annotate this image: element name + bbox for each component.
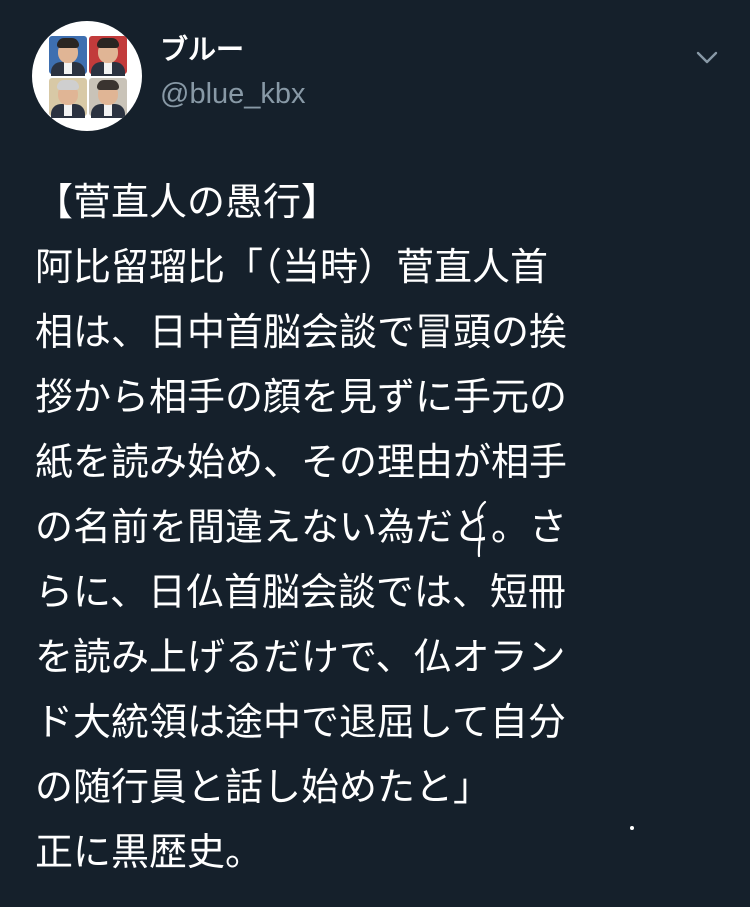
stray-dot [630, 826, 634, 830]
portrait-4 [89, 78, 127, 118]
tweet-text-line: らに、日仏首脳会談では、短冊 [35, 570, 566, 614]
portrait-1 [49, 36, 87, 76]
tweet-card: ブルー @blue_kbx 【菅直人の愚行】 阿比留瑠比「（当時）菅直人首 相は… [0, 0, 750, 907]
tweet-text-line: 【菅直人の愚行】 [35, 180, 340, 224]
tweet-text-line: 阿比留瑠比「（当時）菅直人首 [35, 245, 549, 289]
user-handle[interactable]: @blue_kbx [160, 77, 306, 111]
tweet-text-line: 正に黒歴史。 [35, 830, 264, 874]
tweet-text-line: ド大統領は途中で退屈して自分 [35, 700, 566, 744]
portrait-3 [49, 78, 87, 118]
portrait-2 [89, 36, 127, 76]
tweet-text-line: 紙を読み始め、その理由が相手 [35, 440, 568, 484]
tweet-text-line: の名前を間違えない為だと。さ [35, 505, 568, 549]
display-name[interactable]: ブルー [160, 33, 244, 67]
tweet-text: 【菅直人の愚行】 阿比留瑠比「（当時）菅直人首 相は、日中首脳会談で冒頭の挨 拶… [35, 170, 725, 885]
tweet-text-line: 拶から相手の顔を見ずに手元の [35, 375, 568, 419]
tweet-text-line: 相は、日中首脳会談で冒頭の挨 [35, 310, 568, 354]
avatar[interactable] [32, 21, 142, 131]
tweet-text-line: の随行員と話し始めたと」 [35, 765, 492, 809]
tweet-text-line: を読み上げるだけで、仏オラン [35, 635, 566, 679]
chevron-down-icon[interactable] [692, 42, 722, 72]
